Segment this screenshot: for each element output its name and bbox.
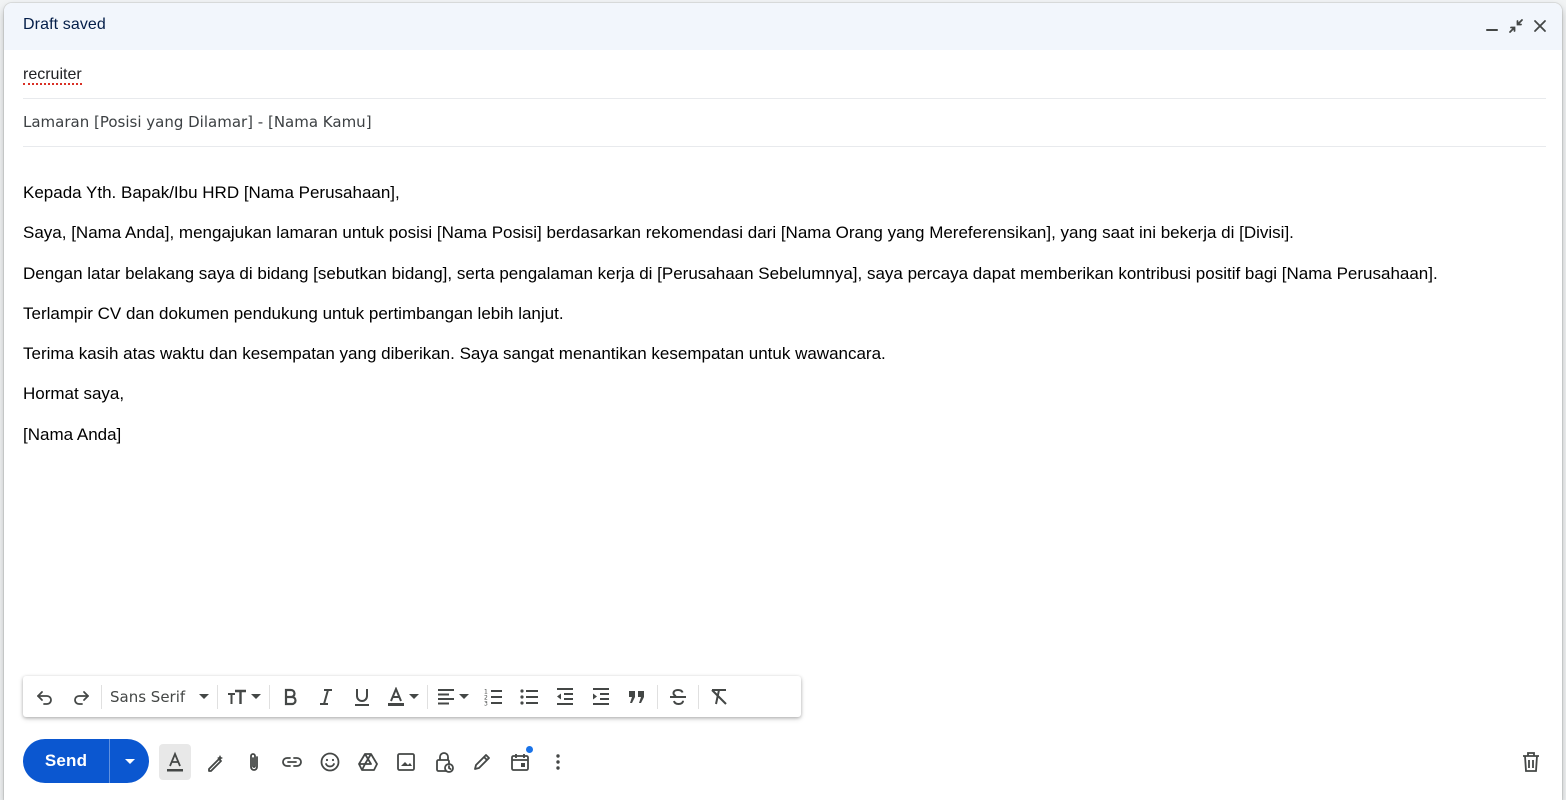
font-family-label: Sans Serif	[110, 687, 186, 706]
toolbar-divider	[657, 684, 659, 709]
emoji-icon[interactable]	[311, 744, 349, 780]
link-icon[interactable]	[273, 744, 311, 780]
body-line: Hormat saya,	[23, 384, 125, 404]
chevron-down-icon	[459, 694, 470, 699]
remove-formatting-icon[interactable]	[701, 682, 737, 712]
send-options-button[interactable]	[110, 739, 149, 783]
body-line: Dengan latar belakang saya di bidang [se…	[23, 263, 1438, 283]
signature-icon[interactable]	[463, 744, 501, 780]
message-body[interactable]: Kepada Yth. Bapak/Ibu HRD [Nama Perusaha…	[23, 182, 1522, 464]
toolbar-divider	[427, 684, 429, 709]
text-color-icon	[388, 686, 405, 706]
draft-status-title: Draft saved	[23, 16, 106, 33]
align-button[interactable]	[430, 682, 475, 712]
bulleted-list-icon[interactable]	[511, 682, 547, 712]
redo-icon[interactable]	[63, 682, 99, 712]
toolbar-divider	[698, 684, 700, 709]
compose-actions	[159, 744, 577, 780]
minimize-icon[interactable]	[1482, 16, 1502, 36]
to-field[interactable]: recruiter	[23, 51, 1546, 99]
undo-icon[interactable]	[27, 682, 63, 712]
indent-less-icon[interactable]	[547, 682, 583, 712]
numbered-list-icon[interactable]: 123	[475, 682, 511, 712]
text-color-button[interactable]	[380, 682, 425, 712]
notification-dot	[526, 746, 533, 753]
chevron-down-icon	[124, 758, 135, 764]
toolbar-divider	[217, 684, 219, 709]
toolbar-divider	[101, 684, 102, 709]
body-line: Terima kasih atas waktu dan kesempatan y…	[23, 344, 886, 364]
send-button[interactable]: Send	[23, 739, 110, 783]
body-line: Saya, [Nama Anda], mengajukan lamaran un…	[23, 223, 1294, 243]
bold-icon[interactable]	[272, 682, 308, 712]
body-line: [Nama Anda]	[23, 424, 122, 444]
subject-input[interactable]: Lamaran [Posisi yang Dilamar] - [Nama Ka…	[23, 113, 372, 131]
exit-fullscreen-icon[interactable]	[1506, 16, 1526, 36]
body-line: Kepada Yth. Bapak/Ibu HRD [Nama Perusaha…	[23, 183, 400, 202]
quote-icon[interactable]	[619, 682, 655, 712]
formatting-toolbar: Sans Serif 1 2 3	[23, 676, 801, 717]
indent-more-icon[interactable]	[583, 682, 619, 712]
toolbar-divider	[269, 684, 271, 709]
formatting-toggle-icon[interactable]	[159, 744, 191, 780]
drive-icon[interactable]	[349, 744, 387, 780]
subject-field[interactable]: Lamaran [Posisi yang Dilamar] - [Nama Ka…	[23, 99, 1546, 147]
recipient-chip[interactable]: recruiter	[23, 66, 82, 85]
body-line: Terlampir CV dan dokumen pendukung untuk…	[23, 303, 564, 323]
more-options-icon[interactable]	[539, 744, 577, 780]
svg-text:3: 3	[484, 700, 488, 707]
send-button-group: Send	[23, 739, 149, 783]
chevron-down-icon	[409, 694, 420, 699]
align-icon	[438, 688, 455, 704]
trash-icon[interactable]	[1516, 747, 1546, 777]
photo-icon[interactable]	[387, 744, 425, 780]
help-me-write-icon[interactable]	[197, 744, 235, 780]
italic-icon[interactable]	[308, 682, 344, 712]
schedule-icon[interactable]	[501, 744, 539, 780]
text-size-button[interactable]	[220, 682, 267, 712]
chevron-down-icon	[251, 694, 262, 699]
close-icon[interactable]	[1530, 16, 1550, 36]
chevron-down-icon	[199, 694, 210, 699]
compose-window: Draft saved recruiter Lamaran [Posisi ya…	[4, 3, 1562, 800]
confidential-icon[interactable]	[425, 744, 463, 780]
text-size-icon	[228, 689, 247, 704]
underline-icon[interactable]	[344, 682, 380, 712]
strikethrough-icon[interactable]	[660, 682, 696, 712]
font-family-select[interactable]: Sans Serif	[104, 682, 215, 712]
attach-icon[interactable]	[235, 744, 273, 780]
compose-header: Draft saved	[4, 3, 1562, 50]
